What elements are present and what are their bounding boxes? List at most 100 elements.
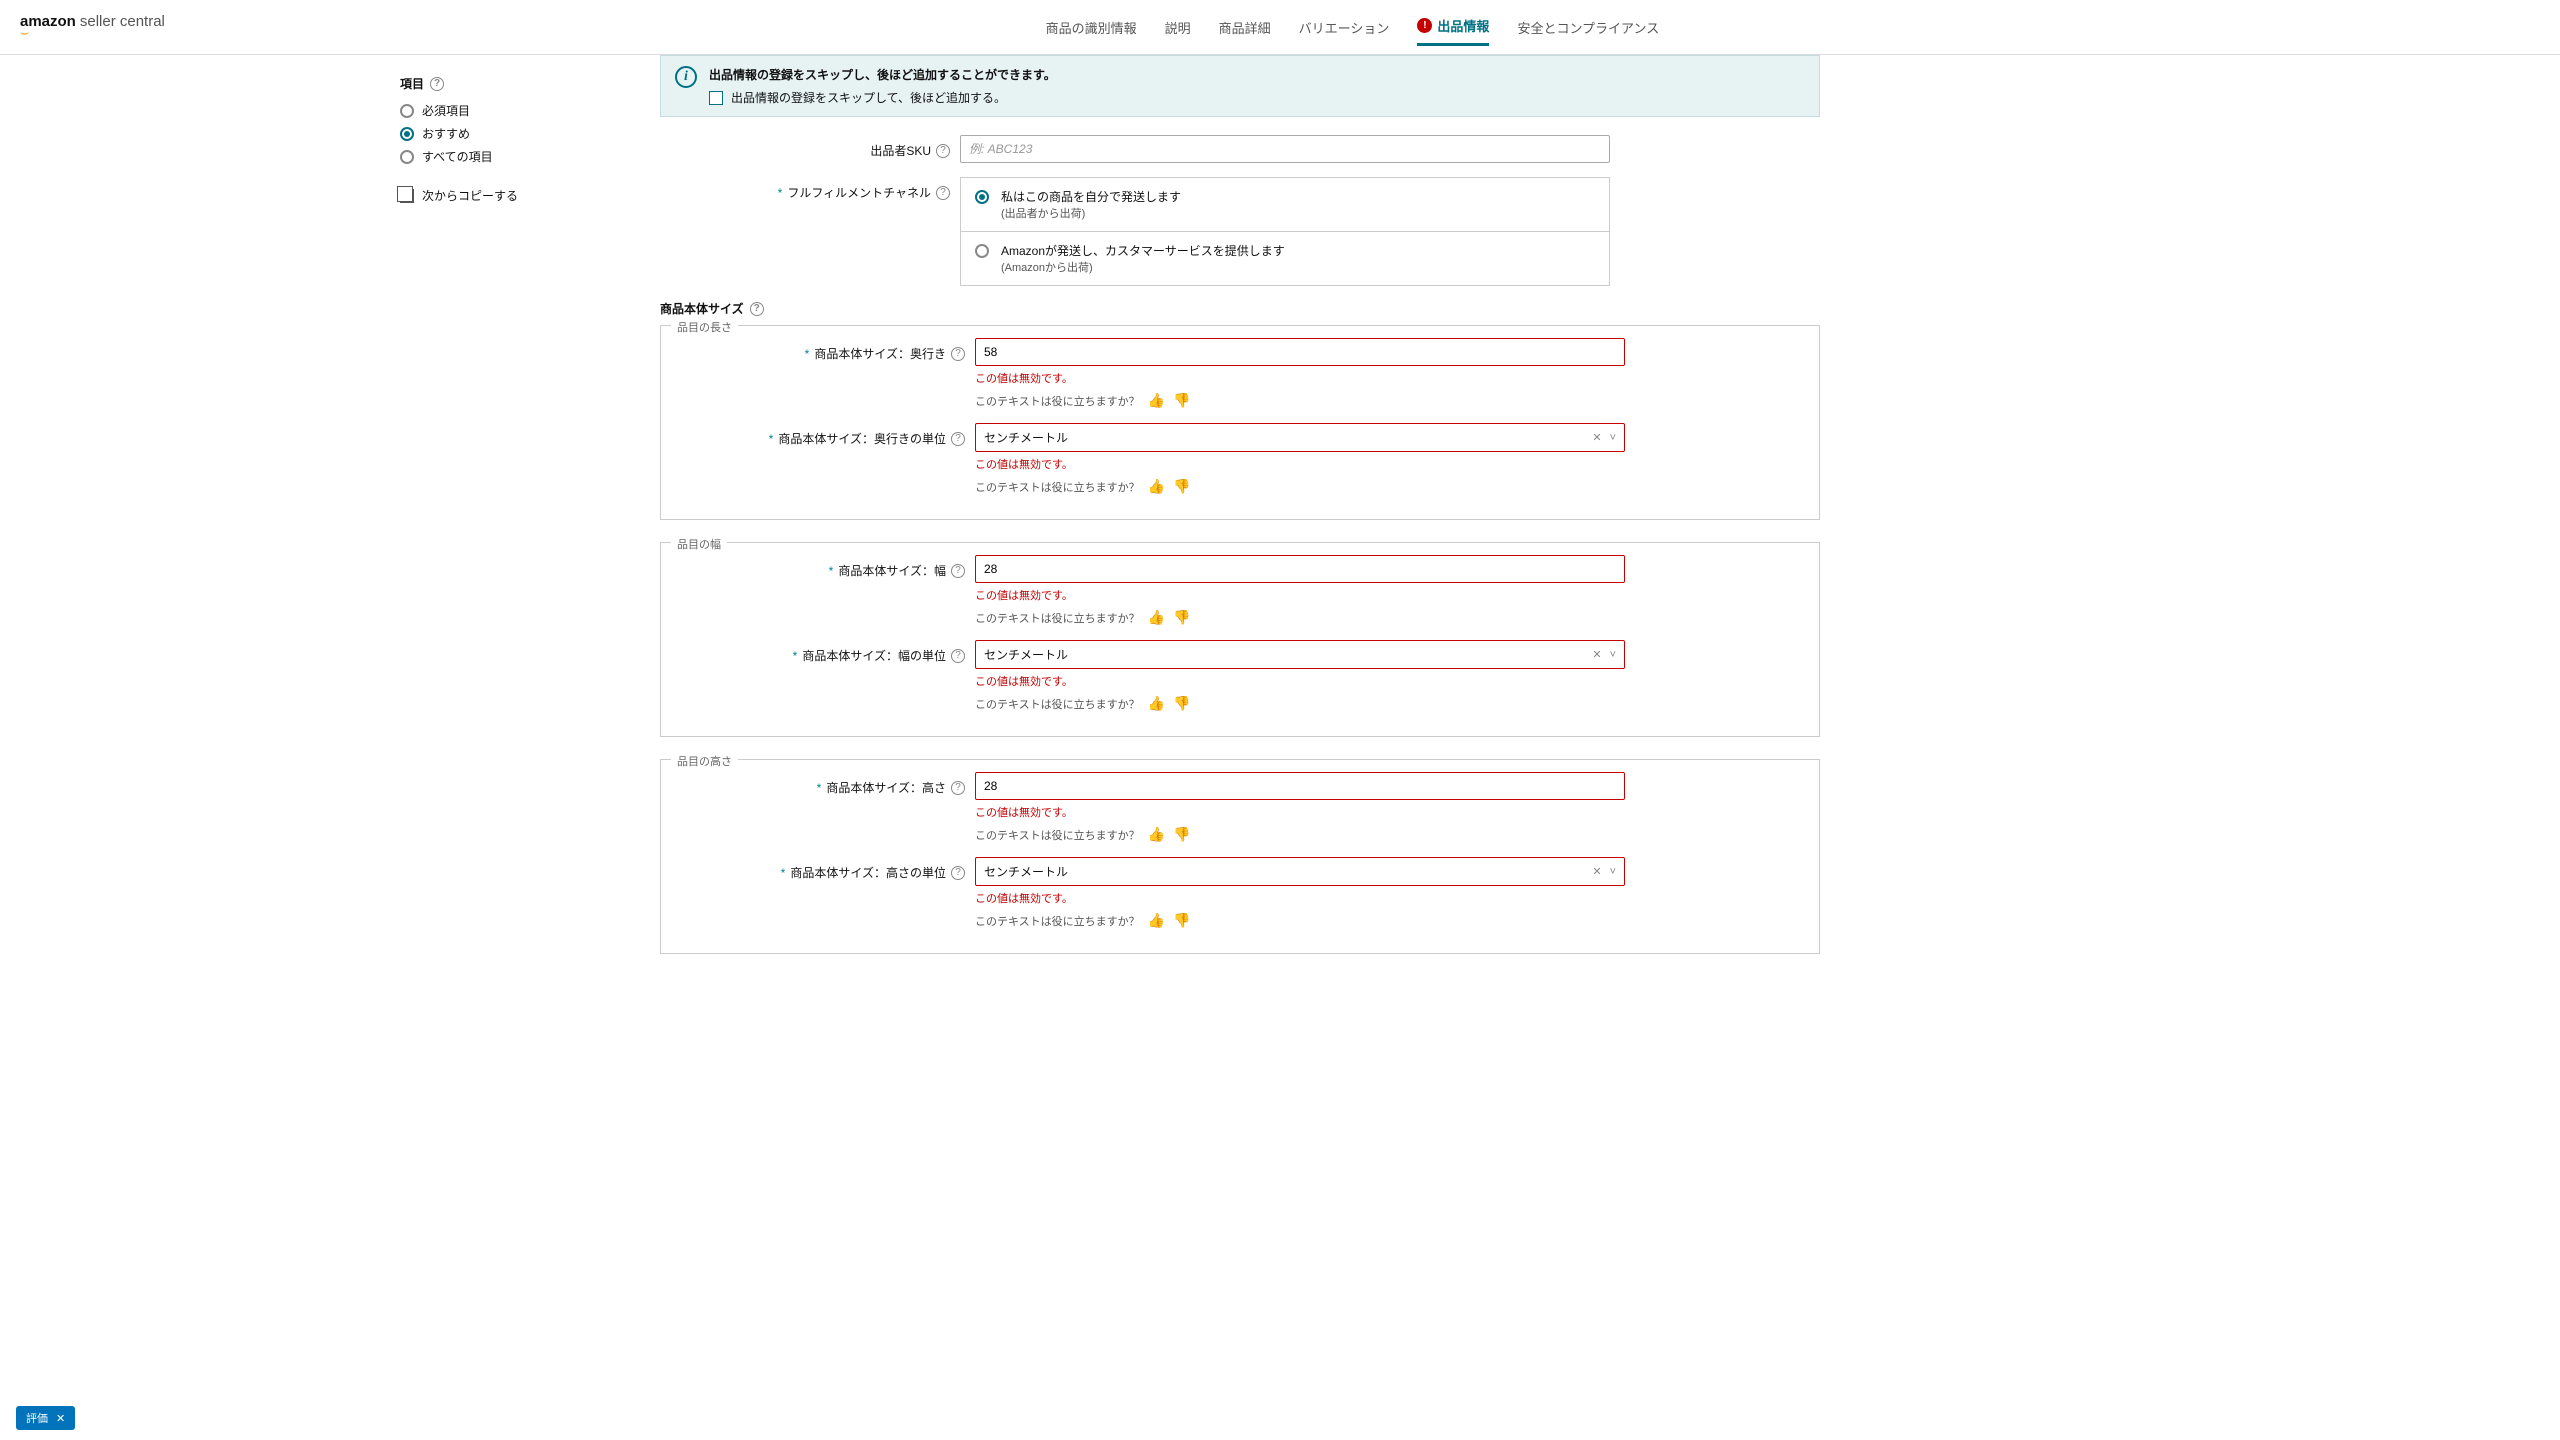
select-value: センチメートル: [984, 646, 1068, 663]
thumb-up-icon[interactable]: 👍: [1148, 392, 1165, 409]
width-unit-select[interactable]: センチメートル ✕ ˅: [975, 640, 1625, 669]
thumb-up-icon[interactable]: 👍: [1148, 826, 1165, 843]
width-input[interactable]: [975, 555, 1625, 583]
hint-text: このテキストは役に立ちますか？: [975, 696, 1140, 712]
height-group: 品目の高さ * 商品本体サイズ：高さ ? この値は無効です。 このテキストは役に…: [660, 759, 1820, 954]
tab-description[interactable]: 説明: [1165, 8, 1191, 46]
length-group: 品目の長さ * 商品本体サイズ：奥行き ? この値は無効です。 このテキストは役…: [660, 325, 1820, 520]
info-banner: i 出品情報の登録をスキップし、後ほど追加することができます。 出品情報の登録を…: [660, 55, 1820, 117]
clear-icon[interactable]: ✕: [1592, 865, 1601, 878]
tab-identity[interactable]: 商品の識別情報: [1046, 8, 1137, 46]
feedback-pill[interactable]: 評価 ✕: [16, 1406, 75, 1430]
width-group: 品目の幅 * 商品本体サイズ：幅 ? この値は無効です。 このテキストは役に立ち…: [660, 542, 1820, 737]
fulfillment-amazon[interactable]: Amazonが発送し、カスタマーサービスを提供します (Amazonから出荷): [961, 231, 1609, 285]
fulfillment-options: 私はこの商品を自分で発送します (出品者から出荷) Amazonが発送し、カスタ…: [960, 177, 1610, 286]
info-icon: i: [675, 66, 697, 88]
hint-text: このテキストは役に立ちますか？: [975, 610, 1140, 626]
radio-label: 必須項目: [422, 102, 470, 119]
thumb-down-icon[interactable]: 👎: [1173, 826, 1190, 843]
sku-input[interactable]: [960, 135, 1610, 163]
required-mark: *: [778, 186, 783, 200]
help-icon[interactable]: ?: [750, 302, 764, 316]
chevron-down-icon[interactable]: ˅: [1610, 432, 1616, 444]
hint-text: このテキストは役に立ちますか？: [975, 393, 1140, 409]
radio-icon: [400, 104, 414, 118]
chevron-down-icon[interactable]: ˅: [1610, 649, 1616, 661]
group-title: 品目の幅: [671, 536, 727, 552]
tab-compliance[interactable]: 安全とコンプライアンス: [1517, 8, 1659, 46]
height-unit-label: 商品本体サイズ：高さの単位: [790, 864, 946, 881]
checkbox-label: 出品情報の登録をスキップして、後ほど追加する。: [731, 89, 1006, 106]
fulfillment-label: フルフィルメントチャネル: [787, 184, 931, 201]
help-icon[interactable]: ?: [951, 347, 965, 361]
clear-icon[interactable]: ✕: [1592, 431, 1601, 444]
width-unit-label: 商品本体サイズ：幅の単位: [802, 647, 946, 664]
header: amazonseller central ⌣ 商品の識別情報 説明 商品詳細 バ…: [0, 0, 2560, 55]
select-value: センチメートル: [984, 863, 1068, 880]
radio-icon: [975, 244, 989, 258]
depth-input[interactable]: [975, 338, 1625, 366]
checkbox-icon[interactable]: [709, 91, 723, 105]
sidebar-radio-all[interactable]: すべての項目: [400, 148, 650, 165]
thumb-up-icon[interactable]: 👍: [1148, 609, 1165, 626]
error-text: この値は無効です。: [975, 673, 1625, 689]
group-title: 品目の長さ: [671, 319, 738, 335]
help-icon[interactable]: ?: [951, 866, 965, 880]
radio-label: おすすめ: [422, 125, 470, 142]
main: i 出品情報の登録をスキップし、後ほど追加することができます。 出品情報の登録を…: [660, 55, 1820, 976]
thumb-down-icon[interactable]: 👎: [1173, 478, 1190, 495]
option-sublabel: (出品者から出荷): [1001, 205, 1181, 221]
width-label: 商品本体サイズ：幅: [838, 562, 946, 579]
thumb-up-icon[interactable]: 👍: [1148, 695, 1165, 712]
required-mark: *: [781, 866, 786, 880]
radio-icon: [400, 127, 414, 141]
logo-sub: seller central: [80, 13, 165, 30]
help-icon[interactable]: ?: [951, 564, 965, 578]
help-icon[interactable]: ?: [951, 781, 965, 795]
radio-icon: [975, 190, 989, 204]
depth-unit-label: 商品本体サイズ：奥行きの単位: [778, 430, 946, 447]
help-icon[interactable]: ?: [430, 77, 444, 91]
chevron-down-icon[interactable]: ˅: [1610, 866, 1616, 878]
thumb-up-icon[interactable]: 👍: [1148, 478, 1165, 495]
required-mark: *: [829, 564, 834, 578]
feedback-label: 評価: [26, 1410, 48, 1426]
height-unit-select[interactable]: センチメートル ✕ ˅: [975, 857, 1625, 886]
hint-text: このテキストは役に立ちますか？: [975, 913, 1140, 929]
thumb-down-icon[interactable]: 👎: [1173, 695, 1190, 712]
error-text: この値は無効です。: [975, 890, 1625, 906]
tabs: 商品の識別情報 説明 商品詳細 バリエーション ! 出品情報 安全とコンプライア…: [165, 8, 2540, 46]
skip-checkbox-row[interactable]: 出品情報の登録をスキップして、後ほど追加する。: [709, 89, 1056, 106]
required-mark: *: [769, 432, 774, 446]
depth-label: 商品本体サイズ：奥行き: [814, 345, 946, 362]
thumb-up-icon[interactable]: 👍: [1148, 912, 1165, 929]
thumb-down-icon[interactable]: 👎: [1173, 609, 1190, 626]
sidebar-title-text: 項目: [400, 75, 424, 92]
clear-icon[interactable]: ✕: [1592, 648, 1601, 661]
error-text: この値は無効です。: [975, 456, 1625, 472]
height-input[interactable]: [975, 772, 1625, 800]
thumb-down-icon[interactable]: 👎: [1173, 912, 1190, 929]
fulfillment-self[interactable]: 私はこの商品を自分で発送します (出品者から出荷): [961, 178, 1609, 231]
thumb-down-icon[interactable]: 👎: [1173, 392, 1190, 409]
tab-listing[interactable]: ! 出品情報: [1417, 8, 1489, 46]
help-icon[interactable]: ?: [936, 186, 950, 200]
tab-details[interactable]: 商品詳細: [1219, 8, 1271, 46]
close-icon[interactable]: ✕: [56, 1412, 65, 1425]
depth-unit-select[interactable]: センチメートル ✕˅: [975, 423, 1625, 452]
help-icon[interactable]: ?: [951, 649, 965, 663]
sidebar-radio-recommended[interactable]: おすすめ: [400, 125, 650, 142]
copy-icon: [400, 189, 414, 203]
copy-from-link[interactable]: 次からコピーする: [400, 187, 650, 204]
size-section-label: 商品本体サイズ ?: [660, 300, 1820, 317]
logo[interactable]: amazonseller central ⌣: [20, 13, 165, 41]
sidebar-title: 項目 ?: [400, 75, 650, 92]
sidebar-radio-required[interactable]: 必須項目: [400, 102, 650, 119]
sku-label: 出品者SKU: [870, 142, 931, 159]
option-label: 私はこの商品を自分で発送します: [1001, 188, 1181, 205]
help-icon[interactable]: ?: [951, 432, 965, 446]
required-mark: *: [817, 781, 822, 795]
option-sublabel: (Amazonから出荷): [1001, 259, 1285, 275]
help-icon[interactable]: ?: [936, 144, 950, 158]
tab-variation[interactable]: バリエーション: [1299, 8, 1390, 46]
